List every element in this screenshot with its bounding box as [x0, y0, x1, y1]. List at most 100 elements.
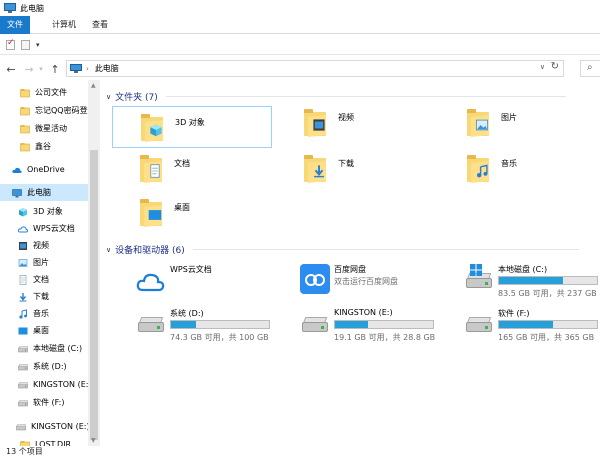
breadcrumb-separator[interactable]: ›: [86, 65, 89, 73]
folder-icon: [20, 142, 30, 152]
breadcrumb[interactable]: 此电脑: [95, 63, 119, 74]
sidebar-item[interactable]: 3D 对象: [0, 203, 88, 220]
sidebar-item[interactable]: 忘记QQ密码登应: [0, 102, 96, 119]
sidebar-item[interactable]: 音乐: [0, 305, 88, 322]
device-name: 系统 (D:): [170, 309, 204, 318]
folder-tile[interactable]: 下载: [302, 152, 354, 183]
recent-locations-icon[interactable]: ▾: [36, 65, 46, 73]
sidebar-item[interactable]: 此电脑: [0, 184, 88, 201]
status-bar: 13 个项目: [6, 447, 43, 456]
back-icon[interactable]: ←: [4, 63, 18, 76]
sidebar-item[interactable]: KINGSTON (E:): [0, 418, 90, 435]
sidebar-item-label: OneDrive: [27, 165, 65, 174]
pictures-icon: [18, 258, 28, 268]
sidebar-scrollbar[interactable]: ▲ ▼: [88, 80, 100, 446]
drive-tile[interactable]: KINGSTON (E:) 19.1 GB 可用，共 28.8 GB: [300, 308, 440, 348]
new-document-icon[interactable]: [21, 39, 30, 50]
video-icon: [18, 241, 28, 251]
folder-tile[interactable]: 3D 对象: [112, 106, 272, 148]
sidebar-item[interactable]: LOST.DIR: [0, 436, 88, 446]
folder-tile-label: 视频: [338, 113, 354, 122]
folder-tile-label: 音乐: [501, 159, 517, 168]
scrollbar-thumb[interactable]: [90, 150, 98, 440]
search-icon: ⌕: [587, 62, 593, 73]
app-tile[interactable]: WPS云文档: [136, 264, 276, 304]
folder-tile[interactable]: 视频: [302, 106, 354, 137]
drive-icon: [18, 398, 28, 408]
sidebar-item[interactable]: OneDrive: [0, 161, 88, 178]
folder-tile-label: 图片: [501, 113, 517, 122]
computer-icon: [70, 64, 82, 73]
drive-tile[interactable]: 本地磁盘 (C:) 83.5 GB 可用，共 237 GB: [464, 264, 600, 304]
customize-toolbar-button[interactable]: ▾: [36, 41, 40, 49]
quick-access-toolbar: ▾: [0, 35, 600, 55]
drive-free-space: 19.1 GB 可用，共 28.8 GB: [334, 333, 436, 342]
drive-icon: [18, 362, 28, 372]
drive-usage-fill: [335, 321, 369, 328]
tab-view[interactable]: 查看: [84, 16, 116, 34]
folder-tile[interactable]: 音乐: [465, 152, 517, 183]
folders-group-header[interactable]: ∨ 文件夹 (7): [106, 90, 566, 103]
folder-tile-label: 桌面: [174, 203, 190, 212]
folder-icon: [20, 88, 30, 98]
folder-tile-label: 3D 对象: [175, 118, 205, 127]
tab-file[interactable]: 文件: [0, 16, 30, 34]
drive-tile[interactable]: 软件 (F:) 165 GB 可用，共 365 GB: [464, 308, 600, 348]
app-tile[interactable]: 百度网盘 双击运行百度网盘: [300, 264, 440, 304]
sidebar-item[interactable]: 文档: [0, 271, 88, 288]
up-icon[interactable]: ↑: [48, 63, 62, 76]
drive-icon: [18, 344, 28, 354]
sidebar-item[interactable]: 软件 (F:): [0, 394, 88, 411]
device-name: WPS云文档: [170, 265, 212, 274]
sidebar-item[interactable]: WPS云文档: [0, 220, 88, 237]
drive-usage-bar: [170, 320, 270, 329]
folder-icon: [20, 106, 30, 116]
sidebar-item[interactable]: 下载: [0, 288, 88, 305]
sidebar-item-label: KINGSTON (E:): [31, 422, 90, 431]
sidebar-item[interactable]: 桌面: [0, 322, 88, 339]
sidebar-item[interactable]: 视频: [0, 237, 88, 254]
forward-icon[interactable]: →: [22, 63, 36, 76]
computer-icon: [4, 3, 16, 13]
device-name: 本地磁盘 (C:): [498, 265, 548, 274]
drive-usage-fill: [171, 321, 197, 328]
sidebar-item[interactable]: 公司文件: [0, 84, 88, 101]
sidebar-item[interactable]: 鑫谷: [0, 138, 88, 155]
address-bar[interactable]: › 此电脑 ∨ ↻: [66, 60, 564, 77]
drive-usage-bar: [334, 320, 434, 329]
drive-tile[interactable]: 系统 (D:) 74.3 GB 可用，共 100 GB: [136, 308, 276, 348]
sidebar-item-label: 此电脑: [27, 188, 51, 197]
refresh-icon[interactable]: ↻: [551, 61, 559, 72]
sidebar-item-label: 本地磁盘 (C:): [33, 344, 83, 353]
sidebar-item-label: 忘记QQ密码登应: [35, 106, 96, 115]
address-dropdown-icon[interactable]: ∨: [540, 63, 545, 71]
sidebar-item-label: 微星活动: [35, 124, 67, 133]
content-pane: ∨ 文件夹 (7) 3D 对象 视频 图片文档 下载 音乐桌面 ∨ 设备和驱动器 (6)…: [100, 80, 600, 446]
folder-tile[interactable]: 图片: [465, 106, 517, 137]
sidebar-item-label: 软件 (F:): [33, 398, 65, 407]
divider: [165, 96, 566, 97]
sidebar-item[interactable]: 本地磁盘 (C:): [0, 340, 88, 357]
desktop-icon: [18, 326, 28, 336]
sidebar-item[interactable]: 微星活动: [0, 120, 88, 137]
properties-icon[interactable]: [6, 38, 15, 50]
search-input[interactable]: ⌕: [580, 60, 600, 77]
sidebar-item-label: 公司文件: [35, 88, 67, 97]
sidebar-item[interactable]: 系统 (D:): [0, 358, 88, 375]
scroll-up-icon[interactable]: ▲: [91, 82, 96, 89]
cube-icon: [139, 111, 169, 142]
sidebar-item[interactable]: 图片: [0, 254, 88, 271]
folder-tile[interactable]: 桌面: [138, 196, 190, 227]
tab-computer[interactable]: 计算机: [44, 16, 84, 34]
divider: [192, 249, 579, 250]
devices-group-header[interactable]: ∨ 设备和驱动器 (6): [106, 243, 579, 256]
scroll-down-icon[interactable]: ▼: [91, 437, 96, 444]
drive-usage-bar: [498, 276, 598, 285]
sidebar-item-label: 文档: [33, 275, 49, 284]
drive-usage-fill: [499, 321, 553, 328]
devices-group-title: 设备和驱动器 (6): [115, 246, 185, 256]
folder-tile[interactable]: 文档: [138, 152, 190, 183]
sidebar-item-label: 图片: [33, 258, 49, 267]
chevron-down-icon: ∨: [106, 92, 112, 101]
sidebar-item[interactable]: KINGSTON (E:): [0, 376, 92, 393]
